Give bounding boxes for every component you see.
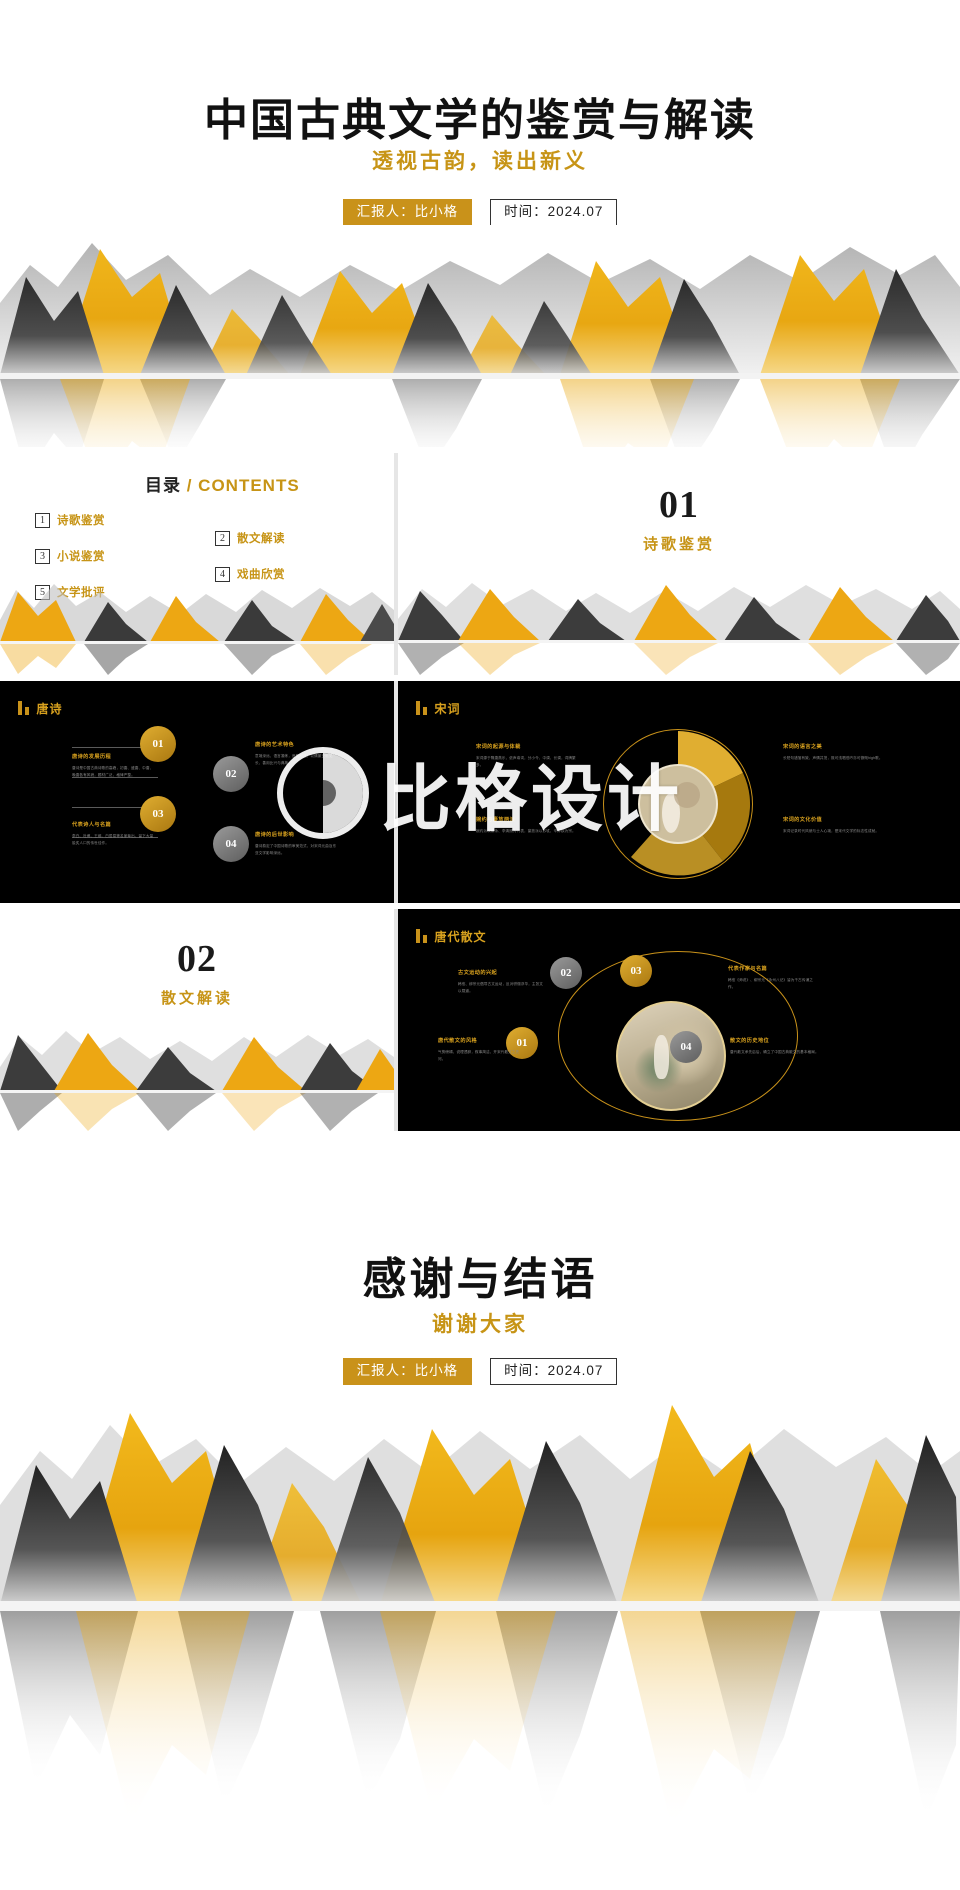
slide-section-01[interactable]: 01 诗歌鉴赏 <box>398 453 960 675</box>
slide-tangshi[interactable]: 唐诗 01 02 03 04 唐诗的发展历程 唐诗是中国古典诗歌的高峰，初唐、盛… <box>0 681 394 903</box>
section-02-mountain-artwork <box>0 1021 394 1131</box>
tangsanwen-header: 唐代散文 <box>416 929 487 943</box>
section-02-number: 02 <box>177 938 217 980</box>
blurb-body: 意境深远，语言凝练，音韵和谐，以情景交融见长，善用比兴与典故。 <box>255 754 333 765</box>
blurb-body: 韩愈、柳宗元倡导古文运动，反对骈俪浮华，主张文以载道。 <box>458 982 543 993</box>
tangshi-header: 唐诗 <box>18 701 63 715</box>
blurb-body: 李白、杜甫、王维、白居易等名家辈出，留下大量脍炙人口的传世佳作。 <box>72 834 154 845</box>
section-01-label: 诗歌鉴赏 <box>642 537 715 553</box>
contents-mountain-artwork <box>0 576 394 675</box>
toc-label: 诗歌鉴赏 <box>57 515 105 527</box>
blurb-title: 宋词的语言之美 <box>783 744 823 750</box>
slide-thanks[interactable]: 感谢与结语 谢谢大家 汇报人：比小格 时间：2024.07 <box>0 1133 960 1890</box>
slide-tangsanwen[interactable]: 唐代散文 02 03 01 04 古文运动的兴起 韩愈、柳宗元倡导古文运动，反对… <box>398 909 960 1131</box>
blurb-body: 韩愈《师说》、柳宗元《永州八记》皆为千古传诵之作。 <box>728 978 813 989</box>
slide-section-02[interactable]: 02 散文解读 <box>0 909 394 1131</box>
tangshi-blurb-1: 唐诗的发展历程 唐诗是中国古典诗歌的高峰，初唐、盛唐、中唐、晚唐各有风貌，题材广… <box>72 753 156 778</box>
node-04[interactable]: 04 <box>213 826 249 862</box>
node-03[interactable]: 03 <box>620 955 652 987</box>
bar-chart-icon <box>416 701 427 715</box>
cover-presenter-badge: 汇报人：比小格 <box>342 199 473 226</box>
toc-number: 2 <box>215 530 230 546</box>
blurb-title: 唐诗的发展历程 <box>72 754 112 760</box>
blurb-body: 宋词记录时代风貌与士人心境，是宋代文学的标志性成就。 <box>783 829 880 834</box>
blurb-body: 宋词源于隋唐燕乐，依声填词，分小令、中调、长调，词牌繁多。 <box>476 756 576 767</box>
thanks-mountain-artwork <box>0 1355 960 1890</box>
cover-date-badge: 时间：2024.07 <box>490 199 618 226</box>
section-02-label: 散文解读 <box>160 991 233 1007</box>
node-02[interactable]: 02 <box>213 756 249 792</box>
bar-chart-icon <box>416 929 427 943</box>
blurb-title: 古文运动的兴起 <box>458 970 498 976</box>
songci-header: 宋词 <box>416 701 461 715</box>
tangsanwen-blurb-2: 唐代散文的风格 气势磅礴，说理透辟，叙事简洁，开宋代散文之先河。 <box>438 1037 524 1062</box>
toc-number: 3 <box>35 548 50 564</box>
slide-cover[interactable]: 中国古典文学的鉴赏与解读 透视古韵，读出新义 汇报人：比小格 时间：2024.0… <box>0 0 960 447</box>
node-04[interactable]: 04 <box>670 1031 702 1063</box>
blurb-title: 唐诗的后世影响 <box>255 832 295 838</box>
blurb-body: 气势磅礴，说理透辟，叙事简洁，开宋代散文之先河。 <box>438 1050 520 1061</box>
songci-title: 宋词 <box>434 702 461 716</box>
songci-blurb-4: 宋词的文化价值 宋词记录时代风貌与士人心境，是宋代文学的标志性成就。 <box>783 816 883 835</box>
node-02[interactable]: 02 <box>550 957 582 989</box>
cover-subtitle: 透视古韵，读出新义 <box>372 149 588 173</box>
blurb-body: 长短句错落有致，声情并茂，既可浅唱低吟亦可慷慨high歌。 <box>783 756 883 761</box>
tangsanwen-blurb-4: 散文的历史地位 唐代散文承先启后，确立了中国古典散文的基本格局。 <box>730 1037 822 1056</box>
toc-label: 散文解读 <box>237 533 285 545</box>
tangshi-blurb-2: 唐诗的艺术特色 意境深远，语言凝练，音韵和谐，以情景交融见长，善用比兴与典故。 <box>255 741 339 766</box>
cover-mountain-artwork <box>0 225 960 447</box>
blurb-title: 唐代散文的风格 <box>438 1038 478 1044</box>
thanks-title: 感谢与结语 <box>362 1255 598 1304</box>
section-01-number: 01 <box>659 484 699 526</box>
tangshi-blurb-3: 代表诗人与名篇 李白、杜甫、王维、白居易等名家辈出，留下大量脍炙人口的传世佳作。 <box>72 821 156 846</box>
blurb-body: 婉约派以柳永、李清照为代表，豪放派以苏轼、辛弃疾为宗。 <box>476 829 576 834</box>
toc-item-1[interactable]: 1 诗歌鉴赏 <box>35 512 105 528</box>
blurb-title: 代表诗人与名篇 <box>72 822 112 828</box>
section-01-mountain-artwork <box>398 571 960 675</box>
songci-blurb-2: 婉约与豪放两派 婉约派以柳永、李清照为代表，豪放派以苏轼、辛弃疾为宗。 <box>476 816 576 835</box>
toc-label: 小说鉴赏 <box>57 551 105 563</box>
tangsanwen-photo <box>616 1001 726 1111</box>
toc-number: 1 <box>35 512 50 528</box>
blurb-body: 唐诗奠定了中国诗歌的审美范式，对宋词元曲及东亚文学影响深远。 <box>255 844 337 855</box>
toc-item-3[interactable]: 3 小说鉴赏 <box>35 548 105 564</box>
cover-info-bar: 汇报人：比小格 时间：2024.07 <box>0 199 960 226</box>
blurb-title: 宋词的起源与体裁 <box>476 744 521 750</box>
songci-petal-artwork <box>631 731 751 876</box>
blurb-title: 代表作家与名篇 <box>728 966 768 972</box>
songci-blurb-1: 宋词的起源与体裁 宋词源于隋唐燕乐，依声填词，分小令、中调、长调，词牌繁多。 <box>476 743 576 768</box>
bar-chart-icon <box>18 701 29 715</box>
songci-blurb-3: 宋词的语言之美 长短句错落有致，声情并茂，既可浅唱低吟亦可慷慨high歌。 <box>783 743 883 762</box>
thanks-subtitle: 谢谢大家 <box>432 1312 528 1336</box>
tangshi-blurb-4: 唐诗的后世影响 唐诗奠定了中国诗歌的审美范式，对宋词元曲及东亚文学影响深远。 <box>255 831 339 856</box>
blurb-title: 婉约与豪放两派 <box>476 817 516 823</box>
tangsanwen-blurb-3: 代表作家与名篇 韩愈《师说》、柳宗元《永州八记》皆为千古传诵之作。 <box>728 965 820 990</box>
blurb-title: 宋词的文化价值 <box>783 817 823 823</box>
tangshi-title: 唐诗 <box>36 702 63 716</box>
blurb-title: 散文的历史地位 <box>730 1038 770 1044</box>
slide-contents[interactable]: 目录 / CONTENTS 1 诗歌鉴赏 3 小说鉴赏 5 文学批评 2 散文解… <box>0 453 394 675</box>
cover-title: 中国古典文学的鉴赏与解读 <box>204 96 756 145</box>
blurb-title: 唐诗的艺术特色 <box>255 742 295 748</box>
ppt-template-preview: 中国古典文学的鉴赏与解读 透视古韵，读出新义 汇报人：比小格 时间：2024.0… <box>0 0 960 1890</box>
toc-item-2[interactable]: 2 散文解读 <box>215 530 285 546</box>
blurb-body: 唐诗是中国古典诗歌的高峰，初唐、盛唐、中唐、晚唐各有风貌，题材广泛，格律严整。 <box>72 766 154 777</box>
blurb-body: 唐代散文承先启后，确立了中国古典散文的基本格局。 <box>730 1050 819 1055</box>
tangsanwen-blurb-1: 古文运动的兴起 韩愈、柳宗元倡导古文运动，反对骈俪浮华，主张文以载道。 <box>458 969 544 994</box>
slide-songci[interactable]: 宋词 宋词的起源与体裁 宋词源于隋唐燕乐，依声填词，分小令、中调、长调，词牌繁多… <box>398 681 960 903</box>
tangsanwen-title: 唐代散文 <box>434 930 487 944</box>
